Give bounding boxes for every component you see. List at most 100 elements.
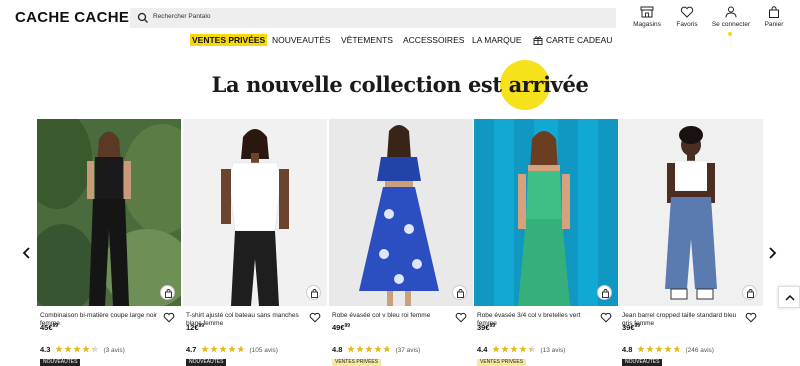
- search-icon: [137, 12, 148, 23]
- site-header: CACHE CACHE Rechercher Pantalo Magasins …: [0, 0, 800, 36]
- bag-icon: [769, 6, 779, 18]
- product-rating: 4.3 (3 avis): [40, 345, 125, 355]
- star-icon: [64, 345, 73, 353]
- star-icon: [673, 345, 682, 353]
- add-to-cart-button[interactable]: [306, 285, 321, 300]
- product-card[interactable]: Jean barrel cropped taille standard bleu…: [619, 119, 763, 366]
- product-price: 39€99: [477, 323, 496, 332]
- product-image[interactable]: [329, 119, 473, 306]
- product-image[interactable]: [37, 119, 181, 306]
- favorite-heart-icon[interactable]: [745, 312, 757, 323]
- chevron-up-icon: [785, 294, 795, 301]
- favorite-heart-icon[interactable]: [600, 312, 612, 323]
- star-icon: [501, 345, 510, 353]
- nav-item-la-marque[interactable]: LA MARQUE: [472, 34, 522, 46]
- star-icon: [637, 345, 646, 353]
- product-price: 39€99: [622, 323, 641, 332]
- star-icon: [365, 345, 374, 353]
- bag-icon: [457, 289, 464, 298]
- star-icon: [655, 345, 664, 353]
- product-price: 49€99: [332, 323, 351, 332]
- rating-stars-icon: [201, 345, 246, 355]
- section-header: La nouvelle collection est arrivée: [0, 60, 800, 110]
- star-icon: [492, 345, 501, 353]
- bag-icon: [747, 289, 754, 298]
- product-badge: VENTES PRIVÉES: [332, 359, 382, 366]
- star-icon: [347, 345, 356, 353]
- bag-icon: [165, 289, 172, 298]
- add-to-cart-button[interactable]: [160, 285, 175, 300]
- star-icon: [528, 345, 537, 353]
- rating-stars-icon: [637, 345, 682, 355]
- store-icon: [640, 6, 654, 18]
- star-icon: [383, 345, 392, 353]
- product-badge: NOUVEAUTÉS: [622, 359, 663, 366]
- star-icon: [356, 345, 365, 353]
- product-rating: 4.8 (246 avis): [622, 345, 714, 355]
- nav-item-carte-cadeau[interactable]: CARTE CADEAU: [533, 34, 612, 46]
- add-to-cart-button[interactable]: [597, 285, 612, 300]
- nav-item-accessoires[interactable]: ACCESSOIRES: [403, 34, 464, 46]
- rating-stars-icon: [55, 345, 100, 355]
- product-badge: NOUVEAUTÉS: [40, 359, 81, 366]
- product-name[interactable]: Robe évasée 3/4 col v bretelles vert fem…: [477, 312, 599, 328]
- product-image[interactable]: [619, 119, 763, 306]
- product-name[interactable]: Jean barrel cropped taille standard bleu…: [622, 312, 744, 328]
- favorite-heart-icon[interactable]: [309, 312, 321, 323]
- nav-item-ventes-privees[interactable]: VENTES PRIVÉES: [190, 34, 268, 46]
- product-rating: 4.8 (37 avis): [332, 345, 421, 355]
- carousel-prev-button[interactable]: [22, 247, 32, 259]
- star-icon: [82, 345, 91, 353]
- add-to-cart-button[interactable]: [742, 285, 757, 300]
- rating-stars-icon: [347, 345, 392, 355]
- product-name[interactable]: Combinaison bi-matière coupe large noir …: [40, 312, 162, 328]
- product-card[interactable]: Combinaison bi-matière coupe large noir …: [37, 119, 181, 366]
- section-title: La nouvelle collection est arrivée: [211, 72, 589, 97]
- add-to-cart-button[interactable]: [452, 285, 467, 300]
- main-nav: VENTES PRIVÉES NOUVEAUTÉS VÊTEMENTS ACCE…: [0, 34, 800, 48]
- search-input[interactable]: Rechercher Pantalo: [153, 13, 210, 20]
- star-icon: [510, 345, 519, 353]
- product-image[interactable]: [474, 119, 618, 306]
- star-icon: [237, 345, 246, 353]
- star-icon: [210, 345, 219, 353]
- star-icon: [55, 345, 64, 353]
- star-icon: [91, 345, 100, 353]
- product-card[interactable]: Robe évasée 3/4 col v bretelles vert fem…: [474, 119, 618, 366]
- product-name[interactable]: T-shirt ajusté col bateau sans manches b…: [186, 312, 308, 328]
- product-card[interactable]: T-shirt ajusté col bateau sans manches b…: [183, 119, 327, 366]
- product-badge: NOUVEAUTÉS: [186, 359, 227, 366]
- header-cart-button[interactable]: Panier: [748, 6, 800, 28]
- star-icon: [201, 345, 210, 353]
- bag-icon: [311, 289, 318, 298]
- heart-icon: [680, 6, 694, 18]
- gift-icon: [533, 36, 543, 45]
- product-price: 12€99: [186, 323, 205, 332]
- product-carousel: Combinaison bi-matière coupe large noir …: [0, 119, 800, 366]
- product-price: 45€99: [40, 323, 59, 332]
- product-badge: VENTES PRIVÉES: [477, 359, 527, 366]
- star-icon: [664, 345, 673, 353]
- favorite-heart-icon[interactable]: [455, 312, 467, 323]
- product-rating: 4.4 (13 avis): [477, 345, 566, 355]
- product-card[interactable]: Robe évasée col v bleu roi femme 49€99 4…: [329, 119, 473, 366]
- star-icon: [374, 345, 383, 353]
- nav-item-vetements[interactable]: VÊTEMENTS: [341, 34, 393, 46]
- star-icon: [646, 345, 655, 353]
- favorite-heart-icon[interactable]: [163, 312, 175, 323]
- brand-logo[interactable]: CACHE CACHE: [15, 9, 135, 26]
- rating-stars-icon: [492, 345, 537, 355]
- carousel-next-button[interactable]: [767, 247, 777, 259]
- product-rating: 4.7 (105 avis): [186, 345, 278, 355]
- star-icon: [219, 345, 228, 353]
- user-icon: [725, 6, 737, 18]
- bag-icon: [602, 289, 609, 298]
- star-icon: [519, 345, 528, 353]
- product-name[interactable]: Robe évasée col v bleu roi femme: [332, 312, 454, 320]
- star-icon: [228, 345, 237, 353]
- nav-item-nouveautes[interactable]: NOUVEAUTÉS: [272, 34, 331, 46]
- search-bar[interactable]: Rechercher Pantalo: [130, 8, 616, 28]
- star-icon: [73, 345, 82, 353]
- scroll-to-top-button[interactable]: [778, 286, 800, 308]
- product-image[interactable]: [183, 119, 327, 306]
